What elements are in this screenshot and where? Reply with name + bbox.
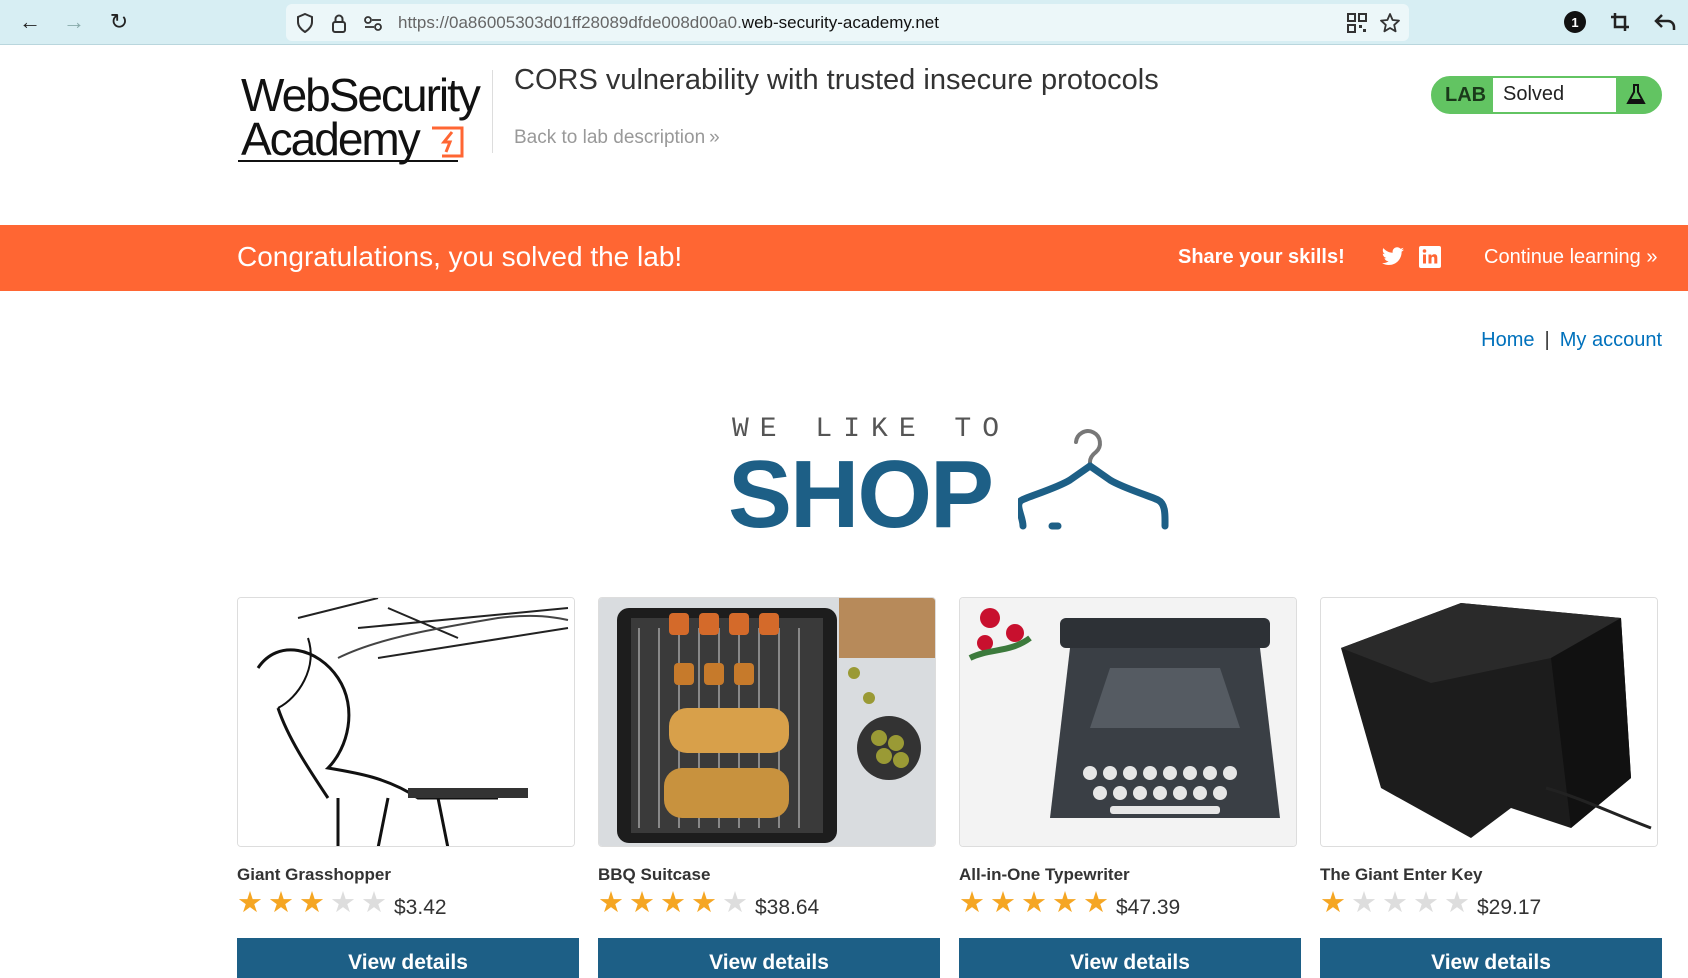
back-arrow-icon[interactable]: ←: [14, 6, 46, 38]
star-filled-icon: ★: [990, 887, 1016, 919]
star-filled-icon: ★: [299, 887, 325, 919]
browser-toolbar: ← → ↻ https://0a86005303d01ff28089dfde00…: [0, 0, 1688, 45]
logo-line2: Academy: [241, 113, 421, 165]
star-filled-icon: ★: [629, 887, 655, 919]
star-empty-icon: ★: [330, 887, 356, 919]
star-empty-icon: ★: [1382, 887, 1408, 919]
my-account-link[interactable]: My account: [1560, 329, 1662, 351]
extension-badge-icon[interactable]: 1: [1560, 7, 1590, 37]
star-filled-icon: ★: [1021, 887, 1047, 919]
hero-title: SHOP: [728, 441, 994, 548]
lab-label: LAB: [1445, 84, 1487, 106]
giant-grasshopper-image[interactable]: [237, 597, 575, 847]
back-link-label: Back to lab description: [514, 127, 706, 148]
product-name: Giant Grasshopper: [237, 865, 391, 884]
star-rating: ★ ★ ★ ★ ★: [1320, 887, 1475, 919]
star-filled-icon: ★: [1083, 887, 1109, 919]
star-rating: ★ ★ ★ ★ ★: [598, 887, 753, 919]
product-name: All-in-One Typewriter: [959, 865, 1130, 884]
continue-learning-label: Continue learning: [1484, 246, 1641, 268]
flask-icon: [1626, 84, 1646, 104]
coat-hanger-icon: [1018, 429, 1169, 530]
lab-status-widget: LAB Solved: [1431, 76, 1662, 114]
star-empty-icon: ★: [1413, 887, 1439, 919]
continue-learning-link[interactable]: Continue learning »: [1484, 246, 1657, 269]
star-empty-icon: ★: [1351, 887, 1377, 919]
qr-code-icon[interactable]: [1344, 10, 1370, 36]
url-prefix: https://0a86005303d01ff28089dfde008d00a0…: [398, 13, 742, 32]
undo-arrow-icon[interactable]: [1650, 7, 1680, 37]
star-filled-icon: ★: [691, 887, 717, 919]
product-name: BBQ Suitcase: [598, 865, 711, 884]
product-name: The Giant Enter Key: [1320, 865, 1483, 884]
all-in-one-typewriter-image[interactable]: [959, 597, 1297, 847]
header-divider: [492, 70, 493, 153]
shield-icon[interactable]: [292, 10, 318, 36]
url-text: https://0a86005303d01ff28089dfde008d00a0…: [398, 13, 939, 33]
logo-underline: [238, 160, 458, 162]
view-details-button[interactable]: View details: [959, 938, 1301, 978]
home-link[interactable]: Home: [1481, 329, 1534, 351]
bbq-suitcase-image[interactable]: [598, 597, 936, 847]
bookmark-star-icon[interactable]: [1377, 10, 1403, 36]
lab-title: CORS vulnerability with trusted insecure…: [514, 64, 1159, 96]
top-navigation: Home | My account: [1481, 329, 1662, 352]
giant-enter-key-image[interactable]: [1320, 597, 1658, 847]
double-chevron-icon: »: [1640, 246, 1658, 268]
web-security-academy-logo[interactable]: WebSecurity Academy: [238, 70, 488, 165]
star-filled-icon: ★: [268, 887, 294, 919]
reload-icon[interactable]: ↻: [103, 6, 135, 38]
star-filled-icon: ★: [598, 887, 624, 919]
site-permissions-icon[interactable]: [360, 10, 386, 36]
star-filled-icon: ★: [660, 887, 686, 919]
nav-separator: |: [1544, 329, 1550, 351]
star-empty-icon: ★: [361, 887, 387, 919]
star-empty-icon: ★: [1444, 887, 1470, 919]
product-price: $3.42: [394, 896, 447, 919]
twitter-icon[interactable]: [1380, 244, 1406, 270]
star-rating: ★ ★ ★ ★ ★: [237, 887, 392, 919]
star-filled-icon: ★: [237, 887, 263, 919]
linkedin-icon[interactable]: [1417, 244, 1443, 270]
star-empty-icon: ★: [722, 887, 748, 919]
academy-bolt-icon: [432, 126, 464, 158]
lab-status-value: Solved: [1493, 78, 1616, 112]
lock-icon[interactable]: [326, 10, 352, 36]
view-details-button[interactable]: View details: [598, 938, 940, 978]
back-to-lab-description-link[interactable]: Back to lab description»: [514, 127, 720, 149]
forward-arrow-icon[interactable]: →: [58, 6, 90, 38]
product-price: $47.39: [1116, 896, 1181, 919]
logo-line1: WebSecurity: [241, 69, 481, 121]
solved-message: Congratulations, you solved the lab!: [237, 241, 683, 272]
product-price: $38.64: [755, 896, 820, 919]
crop-icon[interactable]: [1605, 7, 1635, 37]
star-filled-icon: ★: [959, 887, 985, 919]
url-host: web-security-academy.net: [741, 13, 939, 32]
star-rating: ★ ★ ★ ★ ★: [959, 887, 1114, 919]
address-bar[interactable]: https://0a86005303d01ff28089dfde008d00a0…: [286, 4, 1409, 41]
solved-banner: Congratulations, you solved the lab! Sha…: [0, 225, 1688, 291]
product-price: $29.17: [1477, 896, 1542, 919]
view-details-button[interactable]: View details: [1320, 938, 1662, 978]
double-chevron-icon: »: [709, 127, 720, 148]
star-filled-icon: ★: [1320, 887, 1346, 919]
extension-badge-count: 1: [1564, 11, 1586, 33]
share-skills-label: Share your skills!: [1178, 246, 1345, 268]
view-details-button[interactable]: View details: [237, 938, 579, 978]
star-filled-icon: ★: [1052, 887, 1078, 919]
